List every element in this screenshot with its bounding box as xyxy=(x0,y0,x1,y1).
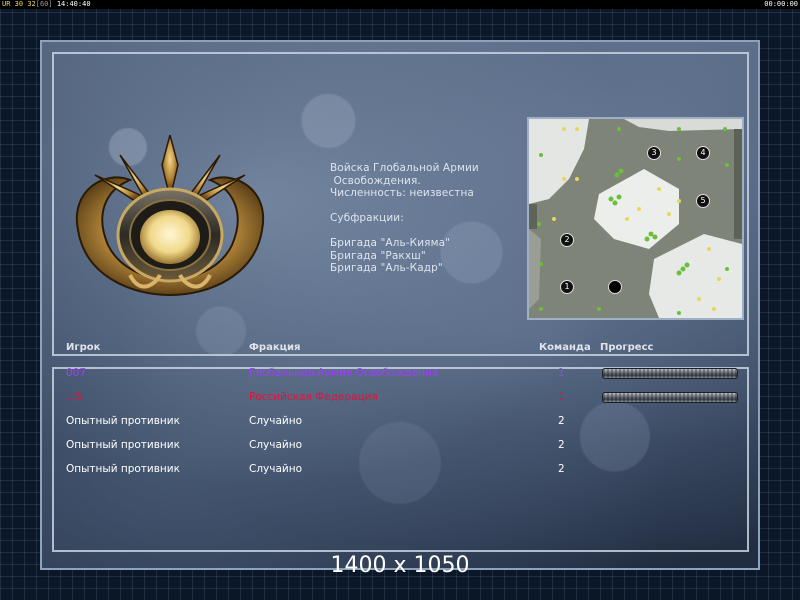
player-row: Опытный противник Случайно 2 xyxy=(0,439,800,457)
start-position-6[interactable] xyxy=(608,280,622,294)
resolution-caption: 1400 x 1050 xyxy=(330,553,470,578)
player-row: 007 Глобальная Армия Освобождения 1 xyxy=(0,367,800,385)
player-faction: Случайно xyxy=(249,415,303,427)
debug-fps: [60] xyxy=(35,0,53,8)
column-header-progress: Прогресс xyxy=(600,342,654,353)
subfaction-item: Бригада "Ракхш" xyxy=(330,249,426,262)
player-faction: Случайно xyxy=(249,463,303,475)
loading-progress-bar xyxy=(602,368,738,379)
player-name: Опытный противник xyxy=(66,415,180,427)
loading-progress-bar xyxy=(602,392,738,403)
player-team: 1 xyxy=(558,391,565,403)
player-name: Опытный противник xyxy=(66,439,180,451)
debug-value-b: 32 xyxy=(27,0,36,8)
start-position-5[interactable]: 5 xyxy=(696,194,710,208)
player-name: LIS xyxy=(66,391,82,403)
start-position-1[interactable]: 1 xyxy=(560,280,574,294)
player-name: Опытный противник xyxy=(66,463,180,475)
column-header-team: Команда xyxy=(539,342,591,353)
faction-description: Войска Глобальной Армии Освобождения. Чи… xyxy=(330,162,530,275)
player-name: 007 xyxy=(66,367,87,379)
faction-strength: Численность: неизвестна xyxy=(330,187,474,199)
debug-prefix: UR xyxy=(2,0,11,8)
subfactions-label: Субфракции: xyxy=(330,212,404,224)
start-position-2[interactable]: 2 xyxy=(560,233,574,247)
player-team: 2 xyxy=(558,463,565,475)
player-row: LIS Российская Федерация 1 xyxy=(0,391,800,409)
start-position-3[interactable]: 3 xyxy=(647,146,661,160)
player-faction: Случайно xyxy=(249,439,303,451)
debug-clock: 14:40:40 xyxy=(56,0,91,8)
player-team: 1 xyxy=(558,367,565,379)
game-timer: 00:00:00 xyxy=(764,0,798,8)
column-header-player: Игрок xyxy=(66,342,101,353)
player-faction: Российская Федерация xyxy=(249,391,378,403)
debug-left-readout: UR 30 32[60] 14:40:40 xyxy=(2,0,91,9)
subfaction-item: Бригада "Аль-Кияма" xyxy=(330,237,451,249)
faction-name-line1: Войска Глобальной Армии xyxy=(330,162,479,174)
start-position-4[interactable]: 4 xyxy=(696,146,710,160)
player-row: Опытный противник Случайно 2 xyxy=(0,463,800,481)
player-team: 2 xyxy=(558,415,565,427)
subfaction-item: Бригада "Аль-Кадр" xyxy=(330,262,443,274)
player-row: Опытный противник Случайно 2 xyxy=(0,415,800,433)
debug-value-a: 30 xyxy=(14,0,24,8)
gla-faction-emblem-icon xyxy=(75,135,265,297)
player-faction: Глобальная Армия Освобождения xyxy=(249,367,439,379)
minimap: 3 4 5 2 1 xyxy=(527,117,744,320)
faction-name-line2: Освобождения. xyxy=(330,174,421,187)
column-header-faction: Фракция xyxy=(249,342,301,353)
debug-status-bar: UR 30 32[60] 14:40:40 00:00:00 xyxy=(0,0,800,9)
player-team: 2 xyxy=(558,439,565,451)
